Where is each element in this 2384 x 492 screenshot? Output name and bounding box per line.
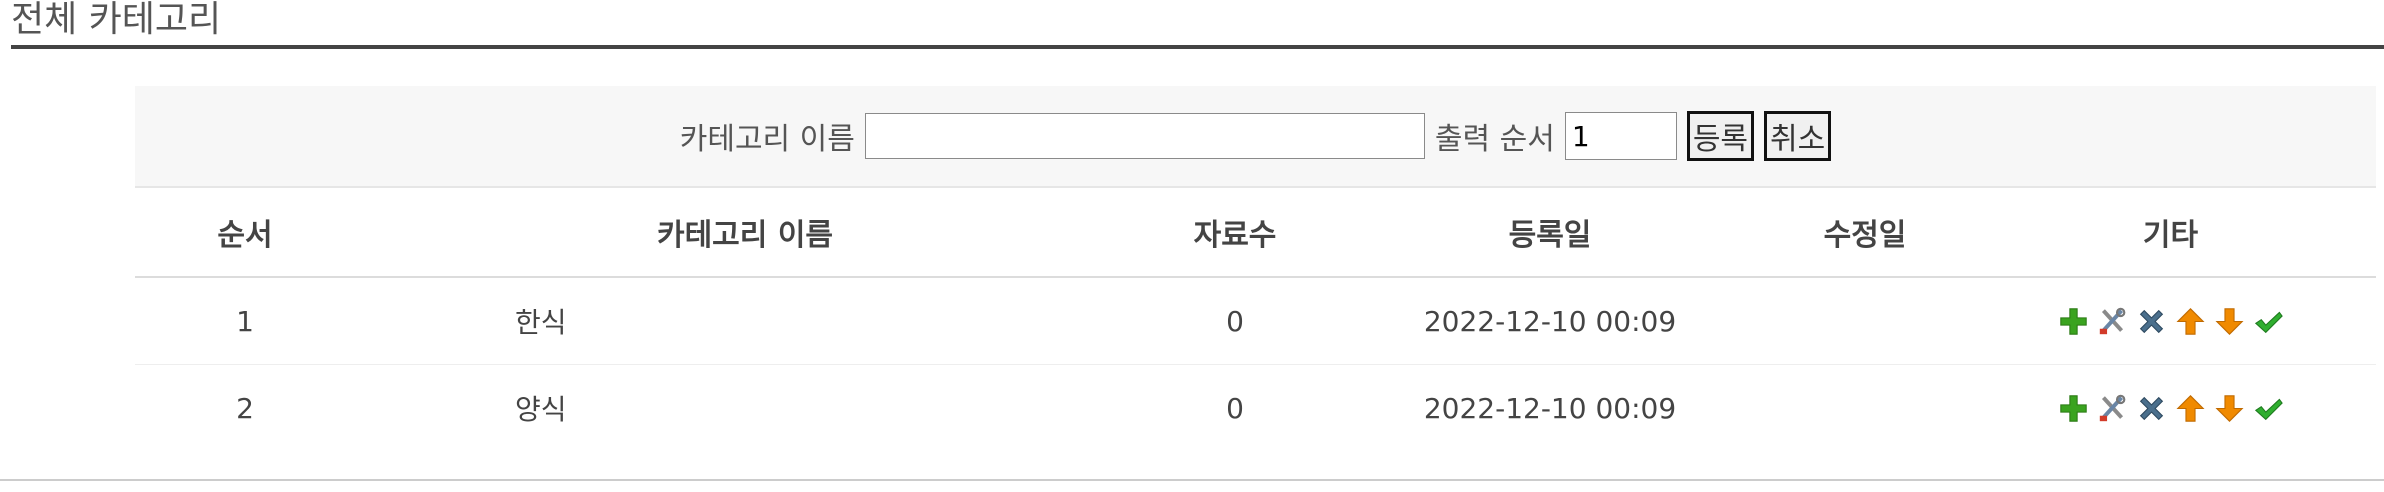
output-order-label: 출력 순서	[1434, 122, 1555, 157]
add-icon[interactable]	[2059, 307, 2088, 336]
delete-icon[interactable]	[2137, 394, 2166, 423]
page-title: 전체 카테고리	[11, 0, 222, 40]
delete-icon[interactable]	[2137, 307, 2166, 336]
output-order-input[interactable]	[1564, 112, 1677, 160]
header-count: 자료수	[1193, 218, 1277, 253]
bottom-divider	[0, 479, 2384, 481]
category-name-label: 카테고리 이름	[679, 122, 855, 157]
row-actions	[1965, 307, 2376, 336]
row-name: 양식	[515, 393, 567, 426]
edit-tools-icon[interactable]	[2098, 307, 2127, 336]
category-name-input[interactable]	[864, 113, 1425, 159]
arrow-down-icon[interactable]	[2214, 307, 2244, 336]
arrow-up-icon[interactable]	[2175, 394, 2205, 423]
check-icon[interactable]	[2254, 307, 2283, 336]
row-count: 0	[1226, 391, 1244, 425]
row-registered: 2022-12-10 00:09	[1423, 391, 1677, 425]
row-order: 2	[236, 391, 254, 425]
row-actions	[1965, 394, 2376, 423]
row-name-cell: 한식	[355, 301, 1135, 341]
header-modified: 수정일	[1823, 218, 1907, 253]
arrow-up-icon[interactable]	[2175, 307, 2205, 336]
table-row: 2 양식 0 2022-12-10 00:09	[135, 365, 2376, 451]
check-icon[interactable]	[2254, 394, 2283, 423]
title-divider	[11, 45, 2384, 49]
header-order: 순서	[217, 218, 273, 253]
add-icon[interactable]	[2059, 394, 2088, 423]
category-form: 카테고리 이름 출력 순서 등록 취소	[135, 86, 2376, 188]
register-button[interactable]: 등록	[1686, 111, 1755, 161]
row-order: 1	[236, 304, 254, 338]
category-table: 순서 카테고리 이름 자료수 등록일 수정일 기타 1 한식 0 2022-12…	[135, 188, 2376, 451]
row-registered: 2022-12-10 00:09	[1423, 304, 1677, 338]
header-registered: 등록일	[1508, 218, 1592, 253]
arrow-down-icon[interactable]	[2214, 394, 2244, 423]
table-row: 1 한식 0 2022-12-10 00:09	[135, 278, 2376, 365]
row-count: 0	[1226, 304, 1244, 338]
cancel-button[interactable]: 취소	[1764, 111, 1832, 161]
table-header: 순서 카테고리 이름 자료수 등록일 수정일 기타	[135, 188, 2376, 278]
header-etc: 기타	[2142, 218, 2199, 253]
header-name: 카테고리 이름	[656, 218, 834, 253]
edit-tools-icon[interactable]	[2098, 394, 2127, 423]
row-name-cell: 양식	[355, 388, 1135, 428]
row-name: 한식	[515, 306, 567, 339]
